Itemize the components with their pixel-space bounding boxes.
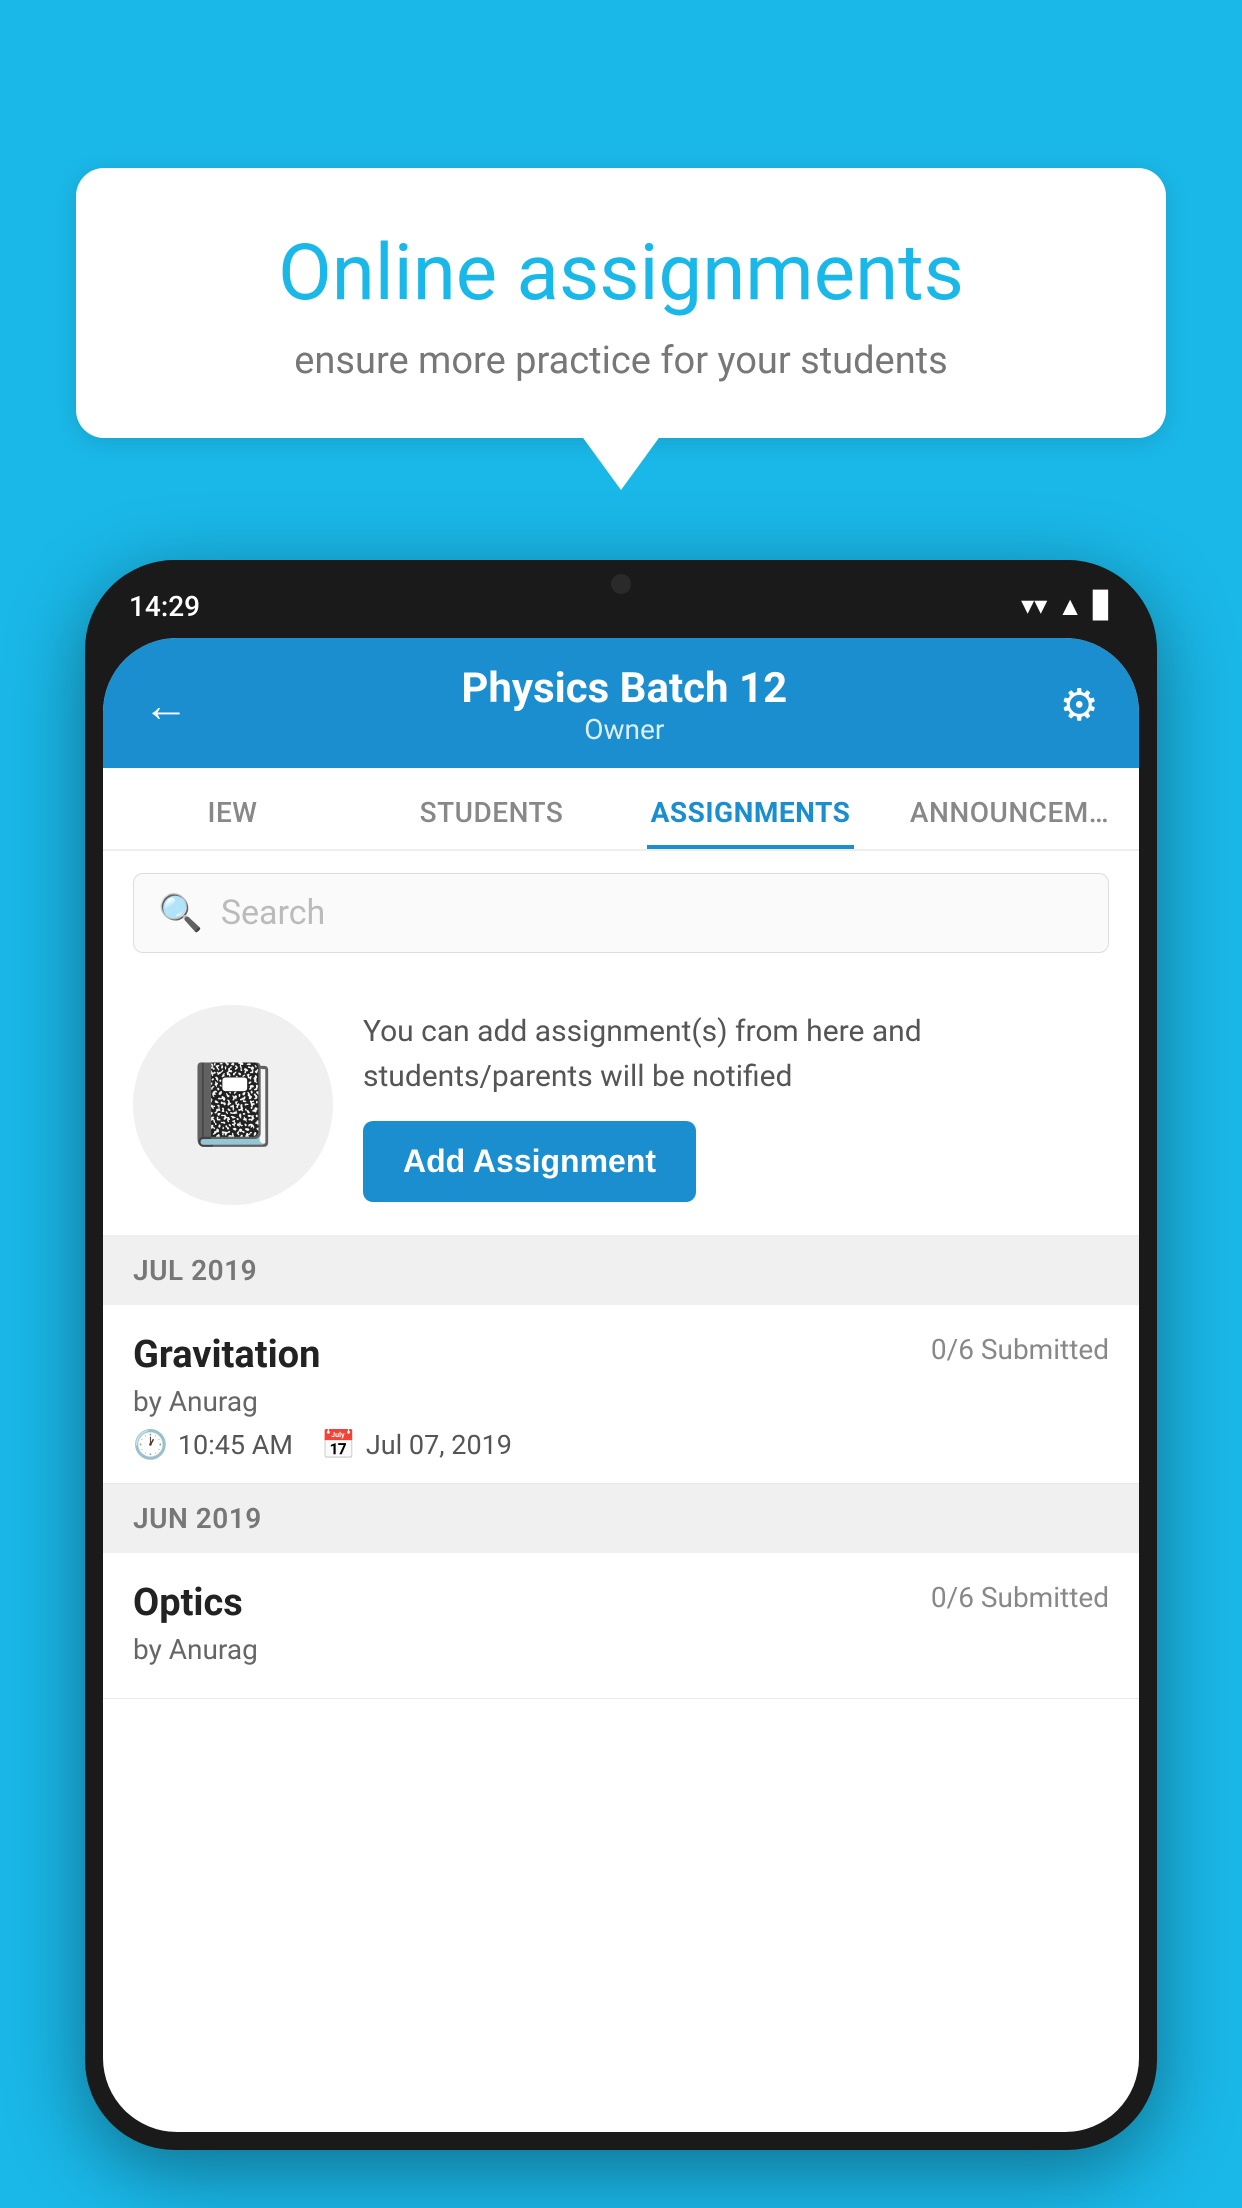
status-bar: 14:29 ▾▾ ▲ ▊	[85, 560, 1157, 638]
header-subtitle: Owner	[461, 713, 787, 746]
search-box[interactable]: 🔍 Search	[133, 873, 1109, 953]
assignment-date-gravitation: Jul 07, 2019	[366, 1429, 512, 1461]
assignment-top-row-optics: Optics 0/6 Submitted	[133, 1581, 1109, 1625]
meta-time-gravitation: 🕐 10:45 AM	[133, 1428, 293, 1461]
assignment-icon-wrap: 📓	[133, 1005, 333, 1205]
app-header: ← Physics Batch 12 Owner ⚙	[103, 638, 1139, 768]
assignment-by-optics: by Anurag	[133, 1633, 1109, 1666]
assignment-top-row: Gravitation 0/6 Submitted	[133, 1333, 1109, 1377]
calendar-icon: 📅	[321, 1428, 356, 1461]
phone-screen: ← Physics Batch 12 Owner ⚙ IEW STUDENTS …	[103, 638, 1139, 2132]
section-header-jun: JUN 2019	[103, 1484, 1139, 1553]
header-title: Physics Batch 12	[461, 664, 787, 713]
search-placeholder: Search	[221, 893, 325, 933]
section-label-jul: JUL 2019	[133, 1254, 257, 1287]
phone-frame: 14:29 ▾▾ ▲ ▊ ← Physics Batch 12 Owner ⚙ …	[85, 560, 1157, 2150]
section-label-jun: JUN 2019	[133, 1502, 262, 1535]
meta-date-gravitation: 📅 Jul 07, 2019	[321, 1428, 512, 1461]
promo-card: Online assignments ensure more practice …	[76, 168, 1166, 438]
search-container: 🔍 Search	[103, 851, 1139, 975]
header-center: Physics Batch 12 Owner	[461, 664, 787, 746]
battery-icon: ▊	[1093, 591, 1113, 621]
search-icon: 🔍	[158, 892, 203, 934]
assignment-item-gravitation[interactable]: Gravitation 0/6 Submitted by Anurag 🕐 10…	[103, 1305, 1139, 1484]
status-icons: ▾▾ ▲ ▊	[1021, 591, 1113, 622]
signal-icon: ▲	[1057, 591, 1083, 622]
assignment-submitted-gravitation: 0/6 Submitted	[931, 1333, 1109, 1366]
tab-assignments[interactable]: ASSIGNMENTS	[621, 768, 880, 849]
tab-announcements[interactable]: ANNOUNCEM…	[880, 768, 1139, 849]
promo-text-section: You can add assignment(s) from here and …	[363, 1009, 1109, 1202]
status-time: 14:29	[129, 590, 200, 623]
assignment-meta-gravitation: 🕐 10:45 AM 📅 Jul 07, 2019	[133, 1428, 1109, 1461]
assignment-time-gravitation: 10:45 AM	[178, 1429, 293, 1461]
promo-description: You can add assignment(s) from here and …	[363, 1009, 1109, 1099]
notebook-icon: 📓	[183, 1058, 283, 1152]
wifi-icon: ▾▾	[1021, 591, 1047, 621]
assignment-name-optics: Optics	[133, 1581, 243, 1625]
assignment-promo-section: 📓 You can add assignment(s) from here an…	[103, 975, 1139, 1236]
back-button[interactable]: ←	[143, 678, 189, 733]
tab-students[interactable]: STUDENTS	[362, 768, 621, 849]
assignment-item-optics[interactable]: Optics 0/6 Submitted by Anurag	[103, 1553, 1139, 1699]
tab-iew[interactable]: IEW	[103, 768, 362, 849]
clock-icon: 🕐	[133, 1428, 168, 1461]
camera-dot	[611, 574, 631, 594]
settings-button[interactable]: ⚙	[1060, 679, 1099, 731]
assignment-name-gravitation: Gravitation	[133, 1333, 320, 1377]
tabs-bar: IEW STUDENTS ASSIGNMENTS ANNOUNCEM…	[103, 768, 1139, 851]
phone-notch	[531, 560, 711, 608]
assignment-submitted-optics: 0/6 Submitted	[931, 1581, 1109, 1614]
promo-subtitle: ensure more practice for your students	[146, 339, 1096, 383]
section-header-jul: JUL 2019	[103, 1236, 1139, 1305]
add-assignment-button[interactable]: Add Assignment	[363, 1121, 696, 1202]
promo-title: Online assignments	[146, 228, 1096, 319]
assignment-by-gravitation: by Anurag	[133, 1385, 1109, 1418]
